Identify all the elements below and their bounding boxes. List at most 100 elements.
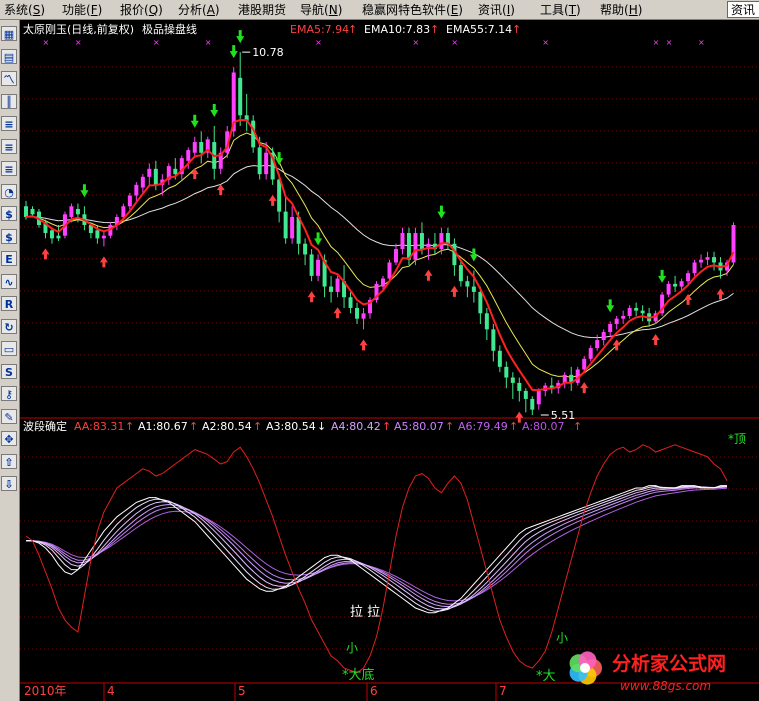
menu-shortcut: A <box>206 3 215 17</box>
candle-body <box>290 216 295 239</box>
candle-body <box>192 142 197 153</box>
candle-body <box>348 297 353 308</box>
top-marker: × <box>451 38 458 47</box>
candle-body <box>666 283 671 295</box>
lower-arrow-4: ↑ <box>382 420 391 433</box>
candle-body <box>679 281 684 287</box>
list-icon[interactable]: ≡ <box>1 116 17 131</box>
candle-body <box>400 233 405 250</box>
stock-chart[interactable]: × × × × × × × × × × ×太原刚玉(日线,前复权) 极品操盘线 EMA5:7.94↑ EM… <box>20 20 759 701</box>
candle-body <box>69 206 74 217</box>
candle-body <box>458 265 463 282</box>
candle-body <box>640 310 645 314</box>
pencil-icon[interactable]: ✎ <box>1 408 17 424</box>
lower-arrow-5: ↑ <box>445 420 454 433</box>
dollar-icon[interactable]: $ <box>1 228 17 244</box>
rsi-icon[interactable]: R <box>1 296 17 311</box>
top-marker: × <box>42 38 49 47</box>
sell-arrow-icon <box>80 184 89 198</box>
candle-body <box>381 278 385 287</box>
candle-body <box>393 249 398 263</box>
list2-icon[interactable]: ≡ <box>1 138 17 154</box>
candle-body <box>361 313 366 319</box>
move-icon[interactable]: ✥ <box>1 431 17 446</box>
candle-body <box>517 382 522 391</box>
menu-item-4[interactable]: 港股期货 <box>238 2 286 18</box>
buy-arrow-icon <box>651 334 660 346</box>
menu-item-1[interactable]: 功能(F) <box>62 2 102 18</box>
candle-body <box>491 329 496 351</box>
buy-arrow-icon <box>359 339 368 351</box>
menu-item-0[interactable]: 系统(S) <box>4 2 45 18</box>
candle-body <box>147 168 152 177</box>
menu-item-3[interactable]: 分析(A) <box>178 2 220 18</box>
lower-arrow-1: ↑ <box>189 420 198 433</box>
indicator-name: 极品操盘线 <box>142 22 197 36</box>
candle-body <box>413 233 418 260</box>
down-arrow-icon[interactable]: ⇩ <box>1 476 17 491</box>
menu-shortcut: I <box>506 3 511 17</box>
line-chart-icon[interactable]: 〽 <box>1 71 17 86</box>
candle-body <box>484 313 489 330</box>
etf-icon[interactable]: E <box>1 251 17 266</box>
s-icon[interactable]: S <box>1 363 17 379</box>
top-label: *顶 <box>728 432 746 446</box>
candle-body <box>387 262 392 279</box>
lower-arrow-2: ↑ <box>253 420 262 433</box>
menu-shortcut: S <box>32 3 41 17</box>
menu-item-2[interactable]: 报价(Q) <box>120 2 163 18</box>
candle-body <box>238 77 243 116</box>
candle-body <box>56 235 61 239</box>
menu-item-8[interactable]: 工具(T) <box>540 2 581 18</box>
logo-center <box>580 663 590 673</box>
sell-arrow-icon <box>606 299 615 313</box>
candle-body <box>264 152 269 175</box>
candle-body <box>49 230 54 239</box>
doc-icon[interactable]: ▭ <box>1 341 17 356</box>
top-marker: × <box>75 38 82 47</box>
menu-item-7[interactable]: 资讯(I) <box>478 2 515 18</box>
small-label-1: 小 <box>346 641 358 655</box>
candle-body <box>445 233 450 244</box>
candle-body <box>186 150 191 161</box>
sell-arrow-icon <box>658 269 667 283</box>
buy-arrow-icon <box>190 168 199 180</box>
candle-body <box>75 208 80 215</box>
grid-icon[interactable]: ▦ <box>1 26 17 41</box>
lower-value-1: A1:80.67 <box>138 420 188 433</box>
candle-body <box>283 211 288 239</box>
menu-item-6[interactable]: 稳赢网特色软件(E) <box>362 2 463 18</box>
lower-line-aa <box>25 444 728 674</box>
lower-indicator-name: 波段确定 <box>23 419 67 433</box>
candle-body <box>257 147 262 175</box>
candle-body <box>712 257 717 263</box>
menu-item-9[interactable]: 帮助(H) <box>600 2 642 18</box>
lower-value-5: A5:80.07 <box>394 420 444 433</box>
top-marker: × <box>153 38 160 47</box>
candle-body <box>627 307 632 316</box>
table-icon[interactable]: ▤ <box>1 48 17 64</box>
menu-item-5[interactable]: 导航(N) <box>300 2 342 18</box>
lower-line-a1 <box>26 485 727 614</box>
pie-icon[interactable]: ◔ <box>1 183 17 199</box>
list3-icon[interactable]: ≡ <box>1 161 17 176</box>
candle-icon[interactable]: ║ <box>1 93 17 109</box>
menu-shortcut: N <box>328 3 338 17</box>
buy-arrow-icon <box>268 194 277 206</box>
candle-body <box>419 233 424 250</box>
buy-arrow-icon <box>99 256 108 268</box>
wave-icon[interactable]: ∿ <box>1 273 17 289</box>
candle-body <box>95 230 100 239</box>
candle-body <box>329 286 334 292</box>
bottom-label-2: *大 <box>536 669 556 684</box>
candle-body <box>439 233 444 250</box>
key-icon[interactable]: ⚷ <box>1 386 17 401</box>
money-icon[interactable]: $ <box>1 206 17 221</box>
buy-arrow-icon <box>684 293 693 305</box>
up-arrow-icon[interactable]: ⇧ <box>1 453 17 469</box>
ema55-label: EMA55:7.14 <box>446 23 512 36</box>
refresh-icon[interactable]: ↻ <box>1 318 17 334</box>
info-button[interactable]: 资讯 <box>727 1 759 18</box>
candle-body <box>309 254 314 276</box>
candle-body <box>523 390 528 399</box>
